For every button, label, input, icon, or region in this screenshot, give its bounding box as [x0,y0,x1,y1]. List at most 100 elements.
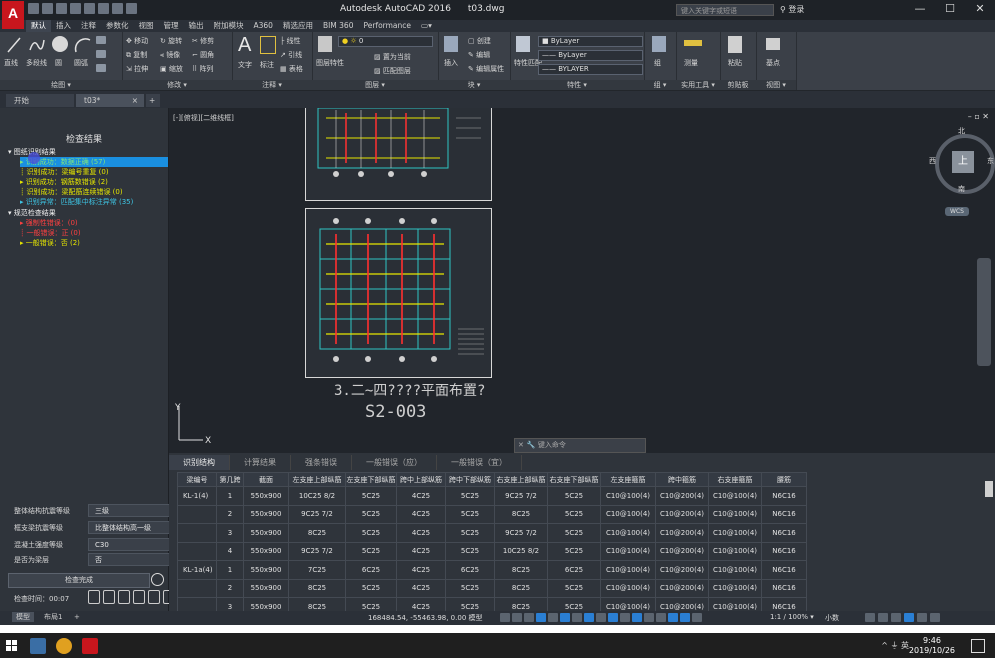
tab-addins[interactable]: 附加模块 [209,20,249,32]
tree-item[interactable]: ▸ 一般错误：否 (2) [20,238,80,248]
hardware-acceleration-icon[interactable] [904,613,914,622]
tab-bim360[interactable]: BIM 360 [318,20,359,32]
linetype-dropdown[interactable]: —— ByLayer [538,50,643,61]
arc-icon[interactable] [74,36,92,54]
table-cell[interactable]: C10@200(4) [655,486,709,506]
measure-icon[interactable] [684,40,702,46]
dimension-icon[interactable] [260,36,276,54]
table-cell[interactable]: KL-1(4) [177,486,217,506]
seismic-grade-select[interactable]: 三级 [88,504,170,517]
osnap-tracking-icon[interactable] [560,613,570,622]
table-cell[interactable]: 10C25 8/2 [494,541,548,561]
viewcube-top[interactable]: 上 [952,151,974,173]
units-select[interactable]: 小数 [825,613,839,623]
tab-close-icon[interactable]: × [132,94,138,107]
wcs-menu[interactable]: WCS [945,207,969,216]
table-cell[interactable] [177,541,217,561]
circle-icon[interactable] [52,36,68,52]
tree-item[interactable]: ▸ 识别异常：匹配集中标注异常 (35) [20,197,133,207]
tab-output[interactable]: 输出 [184,20,209,32]
save-as-icon[interactable] [70,3,81,14]
transfer-beam-grade-select[interactable]: 比整体结构高一级 [88,521,170,534]
column-header[interactable]: 截面 [243,472,289,487]
quick-properties-icon[interactable] [865,613,875,622]
viewcube[interactable]: 上 北 南 东 西 [929,127,995,194]
table-cell[interactable]: 550x900 [243,504,289,524]
table-cell[interactable]: 2 [216,504,244,524]
insert-icon[interactable] [444,36,458,52]
table-row[interactable]: 4 550x900 9C25 7/2 5C25 4C25 5C25 10C25 8/2 5C2… [177,541,807,561]
column-header[interactable]: 左支座下部纵筋 [345,472,397,487]
open-icon[interactable] [42,3,53,14]
tab-calculation[interactable]: 计算结果 [230,455,291,470]
table-cell[interactable]: KL-1a(4) [177,560,217,580]
scale-tool[interactable]: ▣ 缩放 [160,64,183,74]
system-tray[interactable]: ^ ⏚ 英 [881,640,909,651]
table-cell[interactable]: C10@100(4) [708,578,762,598]
table-cell[interactable]: 7C25 [288,560,346,580]
table-cell[interactable]: 5C25 [445,486,495,506]
table-cell[interactable]: 5C25 [345,523,397,543]
table-cell[interactable] [177,504,217,524]
snap-icon[interactable] [512,613,522,622]
table-cell[interactable]: 5C25 [345,541,397,561]
new-icon[interactable] [28,3,39,14]
table-cell[interactable]: C10@100(4) [708,504,762,524]
table-cell[interactable]: C10@200(4) [655,541,709,561]
tab-model[interactable]: 模型 [12,612,34,622]
compass-east[interactable]: 东 [987,156,994,166]
export-icon[interactable] [88,590,100,604]
tab-featured-apps[interactable]: 精选应用 [278,20,318,32]
search-input[interactable]: 键入关键字或短语 [676,4,774,16]
table-cell[interactable]: 4C25 [396,486,446,506]
tab-manage[interactable]: 管理 [159,20,184,32]
table-row[interactable]: 2 550x900 9C25 7/2 5C25 4C25 5C25 8C25 5C25 C10@… [177,504,807,524]
maximize-button[interactable]: ☐ [935,0,965,20]
auto-scale-icon[interactable] [680,613,690,622]
tab-general-errors-may[interactable]: 一般错误（宜） [437,455,522,470]
redo-icon[interactable] [126,3,137,14]
clipboard-panel-label[interactable]: 剪贴板 [720,80,756,90]
gradient-icon[interactable] [96,64,106,72]
settings-icon[interactable] [118,590,130,604]
fillet-tool[interactable]: ⌐ 圆角 [192,50,214,60]
tab-default[interactable]: 默认 [26,20,51,32]
match-properties-icon[interactable] [516,36,530,52]
base-point-icon[interactable] [766,38,780,50]
array-tool[interactable]: ⠿ 阵列 [192,64,213,74]
table-cell[interactable]: N6C16 [761,541,807,561]
column-header[interactable]: 跨中下部纵筋 [445,472,495,487]
isodraft-icon[interactable] [548,613,558,622]
table-cell[interactable]: 10C25 8/2 [288,486,346,506]
model-space-toggle[interactable]: 模型 [469,614,483,622]
table-cell[interactable]: 5C25 [547,504,601,524]
view-panel-label[interactable]: 视图 ▾ [756,80,796,90]
command-input[interactable]: 键入命令 [538,441,566,449]
compass-north[interactable]: 北 [958,126,965,136]
viewport-label[interactable]: [-][俯视][二维线框] [173,113,234,123]
isolate-objects-icon[interactable] [891,613,901,622]
match-layer-tool[interactable]: ▨ 匹配图层 [374,66,411,76]
table-cell[interactable]: 8C25 [494,578,548,598]
table-cell[interactable]: N6C16 [761,578,807,598]
table-cell[interactable]: C10@100(4) [600,504,656,524]
new-tab-button[interactable]: + [146,94,160,107]
column-header[interactable]: 跨中上部纵筋 [396,472,446,487]
table-cell[interactable]: 4C25 [396,560,446,580]
table-row[interactable]: KL-1a(4) 1 550x900 7C25 6C25 4C25 6C25 8C25 6C25… [177,560,807,580]
save-icon[interactable] [56,3,67,14]
locate-icon[interactable] [103,590,115,604]
paste-icon[interactable] [728,36,742,53]
block-panel-label[interactable]: 块 ▾ [438,80,510,90]
radio-toggle[interactable] [151,573,164,586]
table-cell[interactable]: C10@200(4) [655,504,709,524]
3d-osnap-icon[interactable] [620,613,630,622]
tree-item[interactable]: ┊ 一般错误：正 (0) [20,228,81,238]
concrete-grade-select[interactable]: C30 [88,538,170,551]
trim-tool[interactable]: ✂ 修剪 [192,36,214,46]
table-cell[interactable]: N6C16 [761,504,807,524]
transparency-icon[interactable] [596,613,606,622]
table-cell[interactable]: 4C25 [396,504,446,524]
tab-parametric[interactable]: 参数化 [101,20,134,32]
close-command-icon[interactable]: ✕ [515,441,527,449]
